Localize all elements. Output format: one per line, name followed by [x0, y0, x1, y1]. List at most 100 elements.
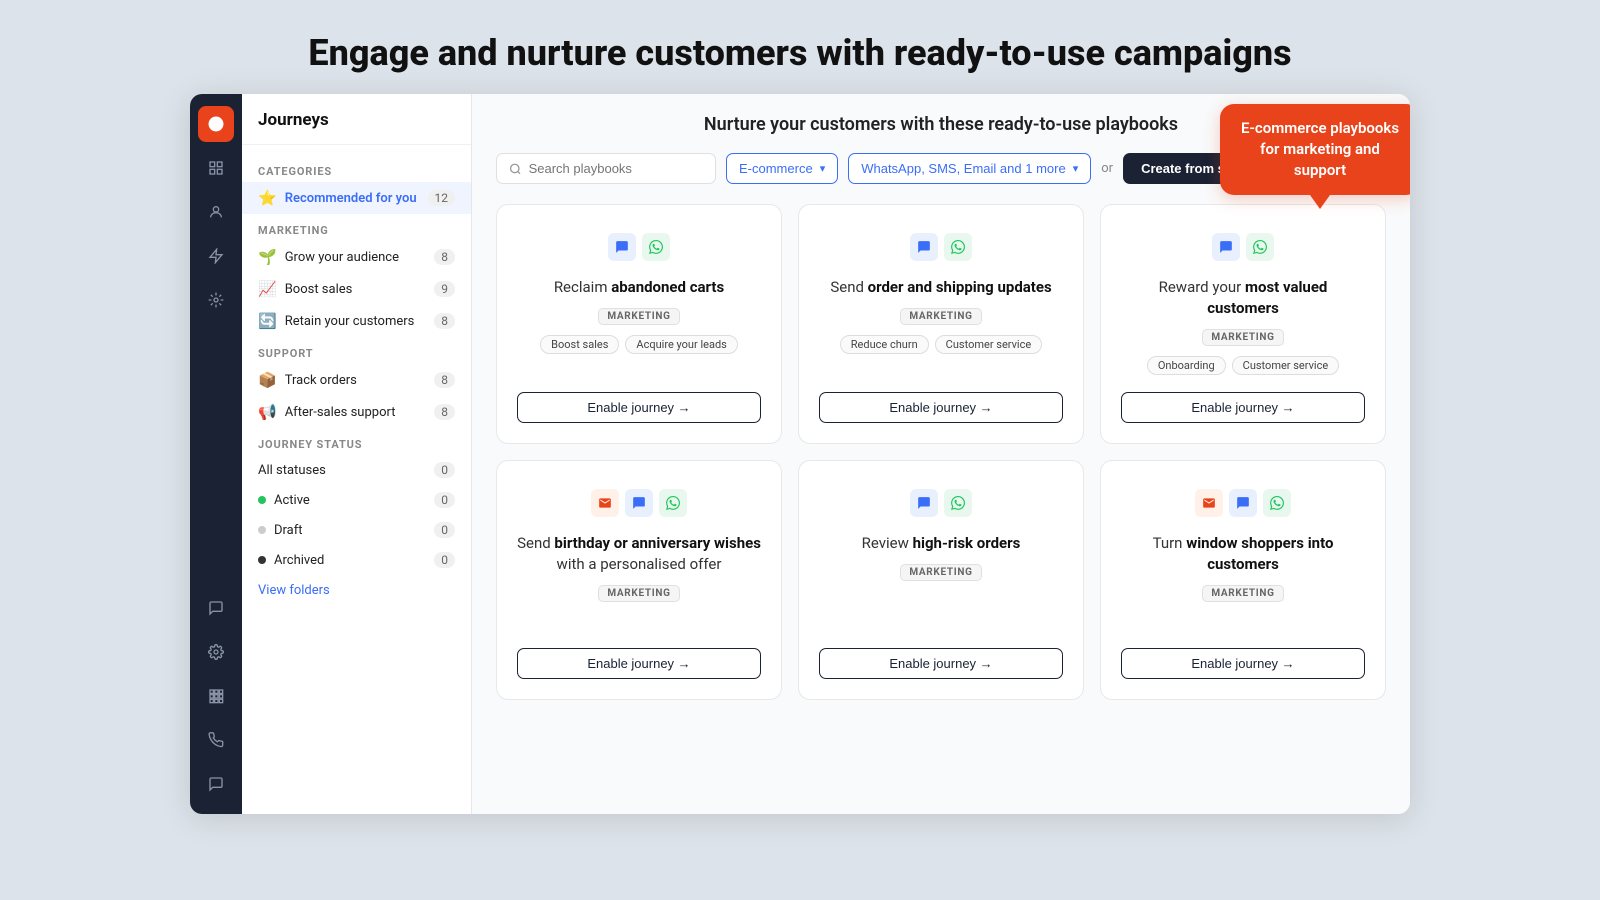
nav-item-after-sales[interactable]: 📢 After-sales support 8 [242, 396, 471, 428]
nav-label-retain: Retain your customers [285, 314, 427, 329]
categories-section-title: Categories [242, 155, 471, 182]
search-box[interactable] [496, 153, 716, 184]
enable-journey-btn-4[interactable]: Enable journey → [517, 648, 761, 679]
sidebar-icon-analytics[interactable] [198, 150, 234, 186]
sms-icon-badge-2 [910, 233, 938, 261]
status-archived-count: 0 [434, 552, 455, 568]
whatsapp-icon-badge-4 [659, 489, 687, 517]
enable-journey-btn-6[interactable]: Enable journey → [1121, 648, 1365, 679]
app-window: Journeys Categories ⭐ Recommended for yo… [190, 94, 1410, 814]
card-icons-3 [1212, 233, 1274, 261]
marketing-section-title: Marketing [242, 214, 471, 241]
tag-customer-service-2: Customer service [935, 335, 1043, 354]
sidebar-icon-contacts[interactable] [198, 194, 234, 230]
card-title-3: Reward your most valued customers [1121, 277, 1365, 319]
or-label: or [1101, 161, 1113, 176]
sidebar-icon-automations[interactable] [198, 282, 234, 318]
panel-header: Journeys [242, 110, 471, 145]
tag-reduce-churn: Reduce churn [840, 335, 929, 354]
status-active-count: 0 [434, 492, 455, 508]
card-icons-4 [591, 489, 687, 517]
nav-count-boost: 9 [434, 281, 455, 297]
card-badge-5: MARKETING [900, 564, 981, 581]
card-badge-4: MARKETING [598, 585, 679, 602]
enable-journey-btn-5[interactable]: Enable journey → [819, 648, 1063, 679]
card-reward-customers: Reward your most valued customers MARKET… [1100, 204, 1386, 444]
tag-customer-service-3: Customer service [1232, 356, 1340, 375]
draft-dot [258, 526, 266, 534]
sidebar [190, 94, 242, 814]
card-icons-1 [608, 233, 670, 261]
search-icon [509, 162, 522, 176]
page-heading: Engage and nurture customers with ready-… [308, 32, 1291, 74]
card-badge-1: MARKETING [598, 308, 679, 325]
nav-label-track: Track orders [285, 373, 427, 388]
card-title-1: Reclaim abandoned carts [554, 277, 724, 298]
card-high-risk-orders: Review high-risk orders MARKETING Enable… [798, 460, 1084, 700]
card-title-5: Review high-risk orders [862, 533, 1021, 554]
card-icons-2 [910, 233, 972, 261]
status-active-label: Active [274, 493, 426, 508]
support-section-title: Support [242, 337, 471, 364]
whatsapp-icon-badge-3 [1246, 233, 1274, 261]
sidebar-icon-apps[interactable] [198, 678, 234, 714]
nav-item-track-orders[interactable]: 📦 Track orders 8 [242, 364, 471, 396]
sidebar-icon-chat[interactable] [198, 766, 234, 802]
sms-icon-badge-6 [1229, 489, 1257, 517]
card-badge-2: MARKETING [900, 308, 981, 325]
email-icon-badge-6 [1195, 489, 1223, 517]
sidebar-icon-broadcast[interactable] [198, 106, 234, 142]
nav-item-grow-audience[interactable]: 🌱 Grow your audience 8 [242, 241, 471, 273]
sidebar-icon-inbox[interactable] [198, 590, 234, 626]
card-birthday: Send birthday or anniversary wishes with… [496, 460, 782, 700]
whatsapp-icon-badge [642, 233, 670, 261]
journey-status-title: Journey status [242, 428, 471, 455]
cards-grid: Reclaim abandoned carts MARKETING Boost … [496, 204, 1386, 700]
whatsapp-icon-badge-6 [1263, 489, 1291, 517]
status-draft-count: 0 [434, 522, 455, 538]
tooltip-text: E-commerce playbooks for marketing and s… [1241, 119, 1399, 179]
view-folders-link[interactable]: View folders [242, 575, 471, 606]
card-order-updates: Send order and shipping updates MARKETIN… [798, 204, 1084, 444]
card-badge-6: MARKETING [1202, 585, 1283, 602]
email-icon-badge-4 [591, 489, 619, 517]
nav-label-boost: Boost sales [285, 282, 427, 297]
ecommerce-filter-dropdown[interactable]: E-commerce ▾ [726, 153, 838, 184]
card-title-4: Send birthday or anniversary wishes with… [517, 533, 761, 575]
nav-count-retain: 8 [434, 313, 455, 329]
nav-item-retain[interactable]: 🔄 Retain your customers 8 [242, 305, 471, 337]
nav-item-recommended[interactable]: ⭐ Recommended for you 12 [242, 182, 471, 214]
status-archived-label: Archived [274, 553, 426, 568]
nav-count-track: 8 [434, 372, 455, 388]
status-all-label: All statuses [258, 463, 426, 478]
whatsapp-icon-badge-2 [944, 233, 972, 261]
nav-item-boost-sales[interactable]: 📈 Boost sales 9 [242, 273, 471, 305]
card-badge-3: MARKETING [1202, 329, 1283, 346]
channel-filter-dropdown[interactable]: WhatsApp, SMS, Email and 1 more ▾ [848, 153, 1091, 184]
chevron-down-icon-2: ▾ [1073, 162, 1079, 175]
enable-journey-btn-3[interactable]: Enable journey → [1121, 392, 1365, 423]
card-tags-1: Boost sales Acquire your leads [540, 335, 738, 354]
sidebar-icon-journeys[interactable] [198, 238, 234, 274]
status-all[interactable]: All statuses 0 [242, 455, 471, 485]
enable-journey-btn-2[interactable]: Enable journey → [819, 392, 1063, 423]
sms-icon-badge-4 [625, 489, 653, 517]
nav-label-recommended: Recommended for you [285, 191, 420, 206]
enable-journey-btn-1[interactable]: Enable journey → [517, 392, 761, 423]
nav-count-grow: 8 [434, 249, 455, 265]
sidebar-icon-settings[interactable] [198, 634, 234, 670]
star-icon: ⭐ [258, 189, 277, 207]
boost-icon: 📈 [258, 280, 277, 298]
search-input[interactable] [529, 161, 703, 176]
status-archived[interactable]: Archived 0 [242, 545, 471, 575]
nav-count-after-sales: 8 [434, 404, 455, 420]
sidebar-icon-phone[interactable] [198, 722, 234, 758]
nav-label-grow: Grow your audience [285, 250, 427, 265]
active-dot [258, 496, 266, 504]
archived-dot [258, 556, 266, 564]
status-active[interactable]: Active 0 [242, 485, 471, 515]
card-title-2: Send order and shipping updates [830, 277, 1051, 298]
retain-icon: 🔄 [258, 312, 277, 330]
status-draft[interactable]: Draft 0 [242, 515, 471, 545]
card-icons-6 [1195, 489, 1291, 517]
